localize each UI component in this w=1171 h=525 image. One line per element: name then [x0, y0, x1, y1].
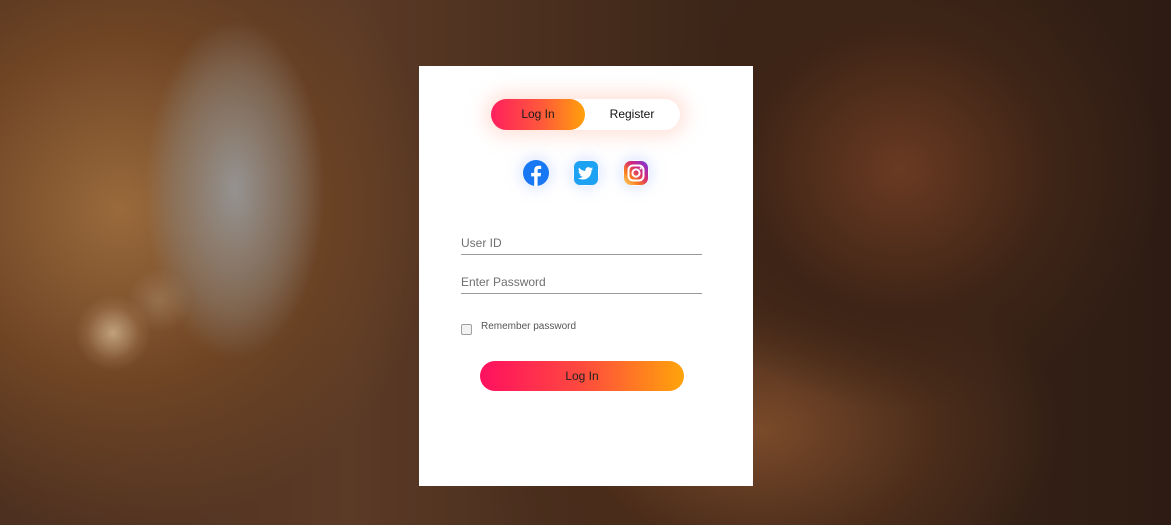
tab-login[interactable]: Log In [491, 99, 585, 130]
auth-tab-toggle: Log In Register [491, 99, 680, 130]
login-card: Log In Register User ID Remember passwor… [419, 66, 753, 486]
instagram-icon[interactable] [623, 160, 649, 186]
twitter-icon[interactable] [573, 160, 599, 186]
login-submit-button[interactable]: Log In [480, 361, 684, 391]
tab-register[interactable]: Register [585, 99, 679, 130]
remember-password-label: Remember password [481, 321, 577, 332]
facebook-icon[interactable] [523, 160, 549, 186]
password-input[interactable] [461, 271, 702, 294]
user-id-input[interactable] [461, 232, 702, 255]
remember-password-checkbox[interactable] [461, 324, 472, 335]
